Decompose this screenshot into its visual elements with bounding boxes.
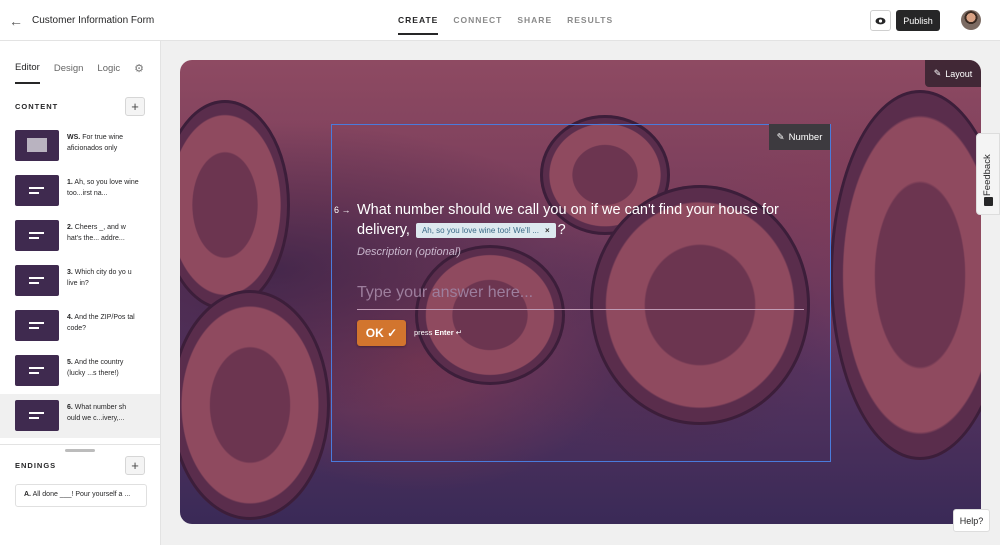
ending-item-a[interactable]: A. All done ___! Pour yourself a ... — [15, 484, 147, 507]
main-tabs: CREATE CONNECT SHARE RESULTS — [398, 15, 628, 35]
add-question-button[interactable]: + — [125, 97, 145, 116]
question-item-text: 6. What number sh ould we c...ivery,... — [67, 404, 127, 422]
back-arrow-icon[interactable]: ← — [9, 13, 23, 29]
plus-icon: + — [131, 458, 139, 473]
tab-logic[interactable]: Logic — [97, 63, 120, 83]
answer-input[interactable]: Type your answer here... — [357, 284, 804, 310]
question-item-6[interactable]: 6. What number sh ould we c...ivery,... — [0, 394, 160, 438]
tab-editor[interactable]: Editor — [15, 62, 40, 84]
feedback-icon — [984, 197, 993, 206]
question-item-1[interactable]: 1. Ah, so you love wine too...irst na... — [0, 169, 160, 213]
short-text-icon — [15, 310, 59, 341]
background-image — [180, 100, 290, 310]
tab-connect[interactable]: CONNECT — [453, 15, 502, 35]
arrow-right-icon: → — [341, 205, 351, 215]
resize-handle[interactable] — [65, 449, 95, 452]
question-item-ws[interactable]: WS. For true wine aficionados only — [0, 124, 160, 168]
question-title[interactable]: What number should we call you on if we … — [357, 200, 817, 240]
short-text-icon — [15, 355, 59, 386]
check-icon: ✓ — [387, 326, 398, 340]
tab-design[interactable]: Design — [54, 63, 84, 83]
short-text-icon — [15, 220, 59, 251]
form-title: Customer Information Form — [32, 15, 155, 26]
plus-icon: + — [131, 99, 139, 114]
question-item-text: 5. And the country (lucky ...s there!) — [67, 359, 124, 377]
feedback-tab[interactable]: Feedback — [976, 133, 1000, 215]
close-icon: × — [544, 225, 550, 235]
tab-results[interactable]: RESULTS — [567, 15, 613, 35]
recall-chip[interactable]: Ah, so you love wine too! We'll ... × — [415, 222, 556, 238]
question-list: WS. For true wine aficionados only 1. Ah… — [0, 124, 160, 444]
ok-button[interactable]: OK ✓ — [357, 320, 406, 346]
question-item-text: 1. Ah, so you love wine too...irst na... — [67, 179, 139, 197]
background-image — [830, 90, 981, 460]
editor-canvas: ✎ Layout ✎ Number 6 → What number should w… — [161, 41, 1000, 545]
add-ending-button[interactable]: + — [125, 456, 145, 475]
gear-icon[interactable]: ⚙ — [134, 62, 144, 75]
question-item-4[interactable]: 4. And the ZIP/Pos tal code? — [0, 304, 160, 348]
sidebar: Editor Design Logic ⚙ CONTENT + WS. For … — [0, 41, 161, 545]
short-text-icon — [15, 265, 59, 296]
publish-button[interactable]: Publish — [896, 10, 940, 31]
pencil-icon: ✎ — [776, 131, 785, 143]
description-field[interactable]: Description (optional) — [357, 246, 461, 258]
question-type-tag[interactable]: ✎ Number — [769, 124, 830, 150]
tab-create[interactable]: CREATE — [398, 15, 439, 35]
content-section-label: CONTENT — [15, 102, 59, 111]
question-item-3[interactable]: 3. Which city do yo u live in? — [0, 259, 160, 303]
sidebar-tabs: Editor Design Logic ⚙ — [15, 62, 144, 84]
question-item-5[interactable]: 5. And the country (lucky ...s there!) — [0, 349, 160, 393]
help-button[interactable]: Help? — [953, 509, 990, 532]
question-item-text: 4. And the ZIP/Pos tal code? — [67, 314, 135, 332]
short-text-icon — [15, 175, 59, 206]
short-text-icon — [15, 400, 59, 431]
press-enter-hint: press Enter ↵ — [414, 328, 462, 337]
tab-share[interactable]: SHARE — [517, 15, 552, 35]
preview-button[interactable] — [870, 10, 891, 31]
eye-icon — [875, 17, 886, 24]
question-item-text: 3. Which city do yo u live in? — [67, 269, 132, 287]
user-avatar[interactable] — [961, 10, 981, 30]
question-item-text: WS. For true wine aficionados only — [67, 134, 124, 152]
welcome-screen-thumbnail — [15, 130, 59, 161]
endings-section-label: ENDINGS — [15, 461, 57, 470]
top-bar: ← Customer Information Form CREATE CONNE… — [0, 0, 1000, 41]
background-image — [180, 290, 330, 520]
question-item-2[interactable]: 2. Cheers _, and w hat's the... addre... — [0, 214, 160, 258]
question-number: 6 → — [334, 205, 351, 215]
layout-button[interactable]: ✎ Layout — [925, 60, 981, 87]
divider — [0, 444, 160, 445]
question-item-text: 2. Cheers _, and w hat's the... addre... — [67, 224, 126, 242]
pencil-icon: ✎ — [933, 68, 942, 78]
enter-key-icon: ↵ — [455, 328, 462, 337]
